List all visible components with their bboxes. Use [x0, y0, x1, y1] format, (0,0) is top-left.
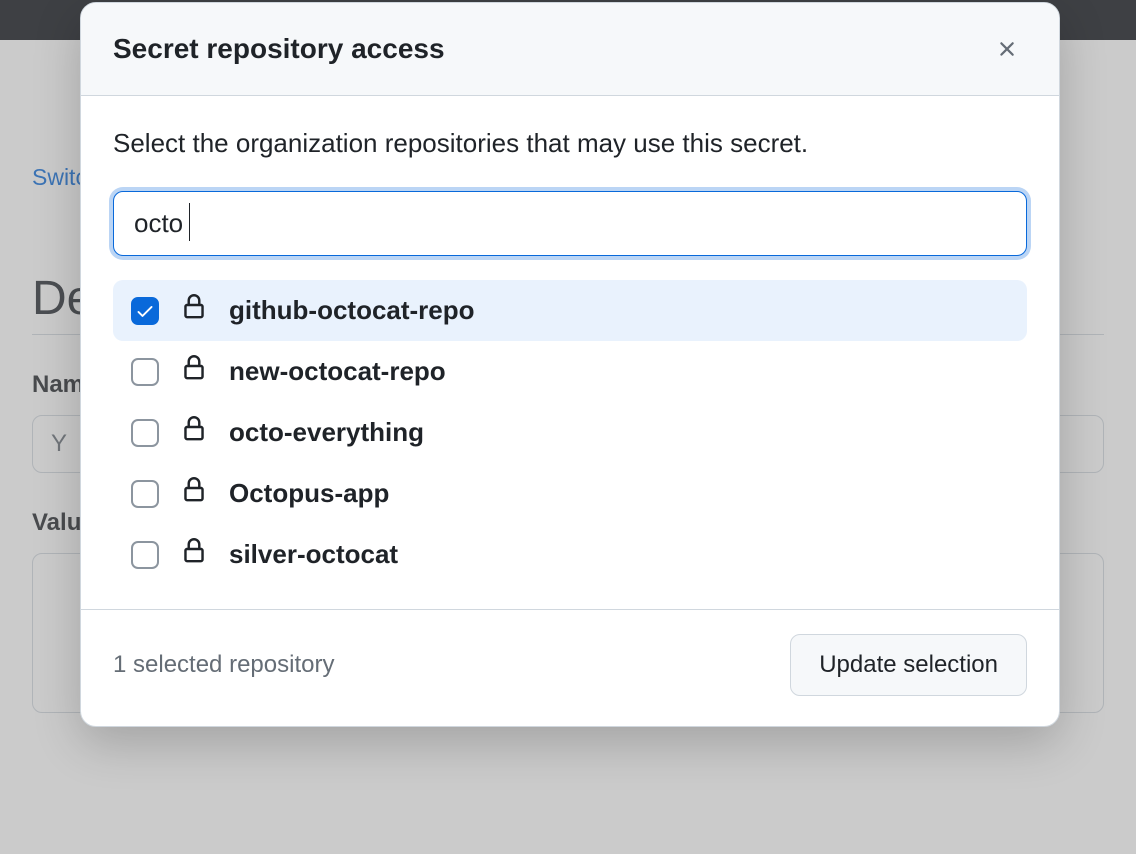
repo-row[interactable]: new-octocat-repo — [113, 341, 1027, 402]
lock-icon — [181, 355, 207, 388]
secret-repo-access-dialog: Secret repository access Select the orga… — [80, 2, 1060, 727]
close-icon — [995, 37, 1019, 61]
repo-name: silver-octocat — [229, 539, 398, 570]
lock-icon — [181, 416, 207, 449]
repo-row[interactable]: silver-octocat — [113, 524, 1027, 585]
selected-count: 1 selected repository — [113, 651, 334, 679]
dialog-description: Select the organization repositories tha… — [113, 128, 1027, 159]
repo-search-input[interactable] — [113, 191, 1027, 256]
repo-row[interactable]: Octopus-app — [113, 463, 1027, 524]
repo-name: octo-everything — [229, 417, 424, 448]
lock-icon — [181, 538, 207, 571]
lock-icon — [181, 477, 207, 510]
update-selection-button[interactable]: Update selection — [790, 634, 1027, 696]
repo-checkbox[interactable] — [131, 419, 159, 447]
dialog-title: Secret repository access — [113, 33, 445, 65]
dialog-footer: 1 selected repository Update selection — [81, 609, 1059, 726]
repo-checkbox[interactable] — [131, 541, 159, 569]
repo-name: github-octocat-repo — [229, 295, 475, 326]
repo-checkbox[interactable] — [131, 297, 159, 325]
repo-name: Octopus-app — [229, 478, 389, 509]
repo-checkbox[interactable] — [131, 480, 159, 508]
repo-name: new-octocat-repo — [229, 356, 446, 387]
repo-row[interactable]: octo-everything — [113, 402, 1027, 463]
repo-checkbox[interactable] — [131, 358, 159, 386]
lock-icon — [181, 294, 207, 327]
repo-row[interactable]: github-octocat-repo — [113, 280, 1027, 341]
text-caret — [189, 203, 190, 241]
dialog-header: Secret repository access — [81, 3, 1059, 96]
close-button[interactable] — [987, 29, 1027, 69]
dialog-body: Select the organization repositories tha… — [81, 96, 1059, 609]
repo-list: github-octocat-repo new-octocat-repo octo-… — [113, 280, 1027, 585]
